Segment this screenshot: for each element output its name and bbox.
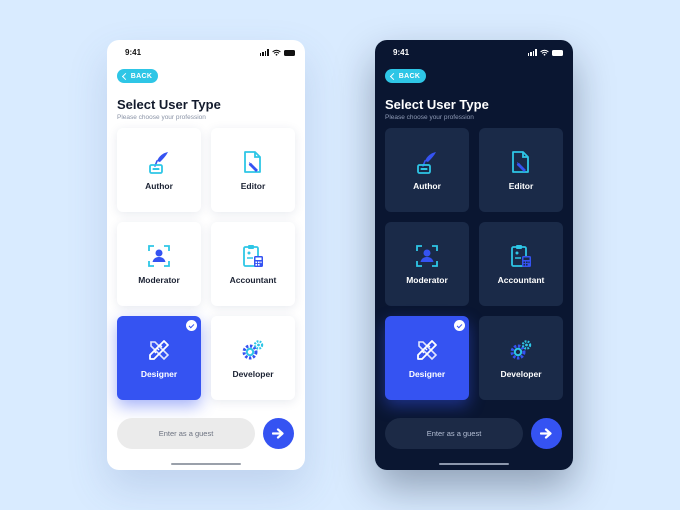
page-subtitle: Please choose your profession <box>385 114 474 121</box>
battery-icon <box>552 49 563 56</box>
user-focus-icon <box>416 245 438 267</box>
home-indicator <box>439 462 509 465</box>
option-label: Accountant <box>229 275 277 285</box>
arrow-right-icon <box>540 428 552 439</box>
option-card-designer[interactable]: Designer <box>385 316 469 400</box>
page-title: Select User Type <box>385 97 489 112</box>
back-button-label: BACK <box>130 72 153 80</box>
clipboard-calculator-icon <box>511 245 531 267</box>
option-card-developer[interactable]: Developer <box>479 316 563 400</box>
gears-icon <box>510 340 532 360</box>
page-title: Select User Type <box>117 97 221 112</box>
battery-icon <box>284 49 295 56</box>
status-icons <box>259 49 295 56</box>
option-label: Author <box>145 181 173 191</box>
chevron-left-icon <box>389 72 397 80</box>
user-focus-icon <box>148 245 170 267</box>
phone-screen-dark: 9:41 BACK Select User Type Please choose… <box>375 40 573 470</box>
status-bar: 9:41 <box>375 48 573 60</box>
option-label: Developer <box>500 369 542 379</box>
option-label: Author <box>413 181 441 191</box>
selected-check-icon <box>186 320 197 331</box>
option-label: Developer <box>232 369 274 379</box>
chevron-left-icon <box>121 72 129 80</box>
clipboard-calculator-icon <box>243 245 263 267</box>
option-card-moderator[interactable]: Moderator <box>385 222 469 306</box>
status-icons <box>527 49 563 56</box>
status-bar: 9:41 <box>107 48 305 60</box>
option-card-developer[interactable]: Developer <box>211 316 295 400</box>
wifi-icon <box>540 49 549 56</box>
signal-icon <box>527 49 537 56</box>
option-label: Editor <box>508 181 534 191</box>
option-card-author[interactable]: Author <box>117 128 201 212</box>
page-subtitle: Please choose your profession <box>117 114 206 121</box>
option-card-accountant[interactable]: Accountant <box>479 222 563 306</box>
phone-screen-light: 9:41 BACK Select User Type Please choose… <box>107 40 305 470</box>
guest-button[interactable]: Enter as a guest <box>385 418 523 449</box>
option-card-editor[interactable]: Editor <box>479 128 563 212</box>
pencil-ruler-icon <box>417 340 438 361</box>
option-label: Designer <box>140 369 178 379</box>
wifi-icon <box>272 49 281 56</box>
next-button[interactable] <box>531 418 562 449</box>
signal-icon <box>259 49 269 56</box>
back-button[interactable]: BACK <box>117 69 158 83</box>
back-button-label: BACK <box>398 72 421 80</box>
option-card-designer[interactable]: Designer <box>117 316 201 400</box>
status-time: 9:41 <box>393 48 410 57</box>
guest-button[interactable]: Enter as a guest <box>117 418 255 449</box>
option-card-moderator[interactable]: Moderator <box>117 222 201 306</box>
option-card-editor[interactable]: Editor <box>211 128 295 212</box>
back-button[interactable]: BACK <box>385 69 426 83</box>
selected-check-icon <box>454 320 465 331</box>
option-card-accountant[interactable]: Accountant <box>211 222 295 306</box>
quill-pen-icon <box>149 152 168 174</box>
option-label: Moderator <box>406 275 448 285</box>
status-time: 9:41 <box>125 48 142 57</box>
document-edit-icon <box>512 151 529 173</box>
option-card-author[interactable]: Author <box>385 128 469 212</box>
option-label: Editor <box>240 181 266 191</box>
arrow-right-icon <box>272 428 284 439</box>
gears-icon <box>242 340 264 360</box>
quill-pen-icon <box>417 152 436 174</box>
option-label: Designer <box>408 369 446 379</box>
pencil-ruler-icon <box>149 340 170 361</box>
document-edit-icon <box>244 151 261 173</box>
option-label: Accountant <box>497 275 545 285</box>
option-label: Moderator <box>138 275 180 285</box>
home-indicator <box>171 462 241 465</box>
next-button[interactable] <box>263 418 294 449</box>
